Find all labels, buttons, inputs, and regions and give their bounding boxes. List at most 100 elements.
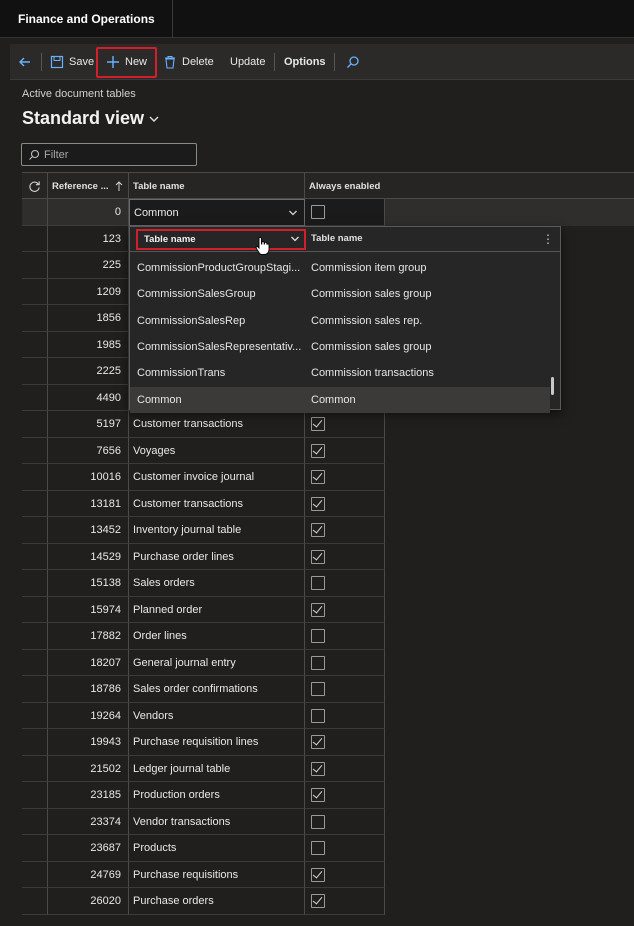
always-enabled-checkbox[interactable]: [311, 655, 325, 670]
filter-input[interactable]: [44, 148, 184, 161]
table-row[interactable]: 14529 Purchase order lines: [22, 543, 634, 570]
reference-cell[interactable]: 13181: [48, 490, 129, 517]
reference-cell[interactable]: 19943: [48, 729, 129, 756]
table-row[interactable]: 10016 Customer invoice journal: [22, 464, 634, 491]
reference-cell[interactable]: 1209: [48, 278, 129, 305]
always-enabled-checkbox[interactable]: [311, 761, 325, 776]
row-selector[interactable]: [22, 384, 48, 411]
table-name-cell[interactable]: Sales order confirmations: [129, 676, 305, 703]
row-selector[interactable]: [22, 358, 48, 385]
row-selector[interactable]: [22, 543, 48, 570]
row-selector[interactable]: [22, 676, 48, 703]
reference-cell[interactable]: 26020: [48, 888, 129, 915]
row-selector[interactable]: [22, 331, 48, 358]
table-row[interactable]: 17882 Order lines: [22, 623, 634, 650]
always-enabled-checkbox[interactable]: [311, 867, 325, 882]
always-enabled-checkbox[interactable]: [311, 576, 325, 590]
always-enabled-checkbox[interactable]: [311, 682, 325, 696]
lookup-item[interactable]: CommissionTrans Commission transactions: [130, 360, 550, 386]
view-selector[interactable]: Standard view: [22, 108, 160, 129]
row-selector[interactable]: [22, 755, 48, 782]
table-name-cell[interactable]: Common: [129, 199, 305, 226]
row-selector[interactable]: [22, 596, 48, 623]
lookup-item[interactable]: CommissionProductGroupStagi... Commission…: [130, 255, 550, 281]
save-button[interactable]: Save: [50, 44, 94, 80]
lookup-column-label[interactable]: Table name: [311, 233, 363, 244]
always-enabled-checkbox[interactable]: [311, 417, 325, 431]
chevron-down-icon[interactable]: [288, 200, 298, 225]
row-selector[interactable]: [22, 278, 48, 305]
table-name-cell[interactable]: Ledger journal table: [129, 755, 305, 782]
reference-cell[interactable]: 0: [48, 199, 129, 226]
reference-cell[interactable]: 13452: [48, 517, 129, 544]
always-enabled-checkbox[interactable]: [311, 470, 325, 484]
reference-cell[interactable]: 5197: [48, 411, 129, 438]
column-header-always-enabled[interactable]: Always enabled: [305, 173, 634, 200]
table-row[interactable]: 18207 General journal entry: [22, 649, 634, 676]
row-selector[interactable]: [22, 225, 48, 252]
row-selector[interactable]: [22, 464, 48, 491]
table-name-cell[interactable]: Customer transactions: [129, 490, 305, 517]
table-row[interactable]: 13181 Customer transactions: [22, 490, 634, 517]
table-name-cell[interactable]: Production orders: [129, 782, 305, 809]
lookup-item[interactable]: CommissionSalesGroup Commission sales gro…: [130, 281, 550, 307]
table-name-cell[interactable]: Customer transactions: [129, 411, 305, 438]
row-selector[interactable]: [22, 517, 48, 544]
back-button[interactable]: [18, 44, 32, 80]
row-selector[interactable]: [22, 199, 48, 226]
table-row[interactable]: 15974 Planned order: [22, 596, 634, 623]
table-name-cell[interactable]: Inventory journal table: [129, 517, 305, 544]
update-button[interactable]: Update: [230, 44, 265, 80]
row-selector[interactable]: [22, 623, 48, 650]
table-row[interactable]: 24769 Purchase requisitions: [22, 861, 634, 888]
reference-cell[interactable]: 4490: [48, 384, 129, 411]
column-header-table-name[interactable]: Table name: [129, 173, 305, 200]
table-name-cell[interactable]: Sales orders: [129, 570, 305, 597]
reference-cell[interactable]: 23185: [48, 782, 129, 809]
table-row[interactable]: 19264 Vendors: [22, 702, 634, 729]
row-selector[interactable]: [22, 888, 48, 915]
reference-cell[interactable]: 10016: [48, 464, 129, 491]
search-button[interactable]: [346, 44, 360, 80]
table-row[interactable]: 23687 Products: [22, 835, 634, 862]
table-name-cell[interactable]: Voyages: [129, 437, 305, 464]
table-row[interactable]: 5197 Customer transactions: [22, 411, 634, 438]
reference-cell[interactable]: 1856: [48, 305, 129, 332]
always-enabled-checkbox[interactable]: [311, 443, 325, 458]
table-name-cell[interactable]: Vendor transactions: [129, 808, 305, 835]
reference-cell[interactable]: 23374: [48, 808, 129, 835]
reference-cell[interactable]: 15974: [48, 596, 129, 623]
table-row[interactable]: 15138 Sales orders: [22, 570, 634, 597]
options-button[interactable]: Options: [284, 44, 326, 80]
reference-cell[interactable]: 14529: [48, 543, 129, 570]
reference-cell[interactable]: 123: [48, 225, 129, 252]
table-name-cell[interactable]: Purchase orders: [129, 888, 305, 915]
delete-button[interactable]: Delete: [163, 44, 214, 80]
table-row[interactable]: 26020 Purchase orders: [22, 888, 634, 915]
reference-cell[interactable]: 17882: [48, 623, 129, 650]
table-name-cell[interactable]: Vendors: [129, 702, 305, 729]
table-name-cell[interactable]: General journal entry: [129, 649, 305, 676]
table-row[interactable]: 18786 Sales order confirmations: [22, 676, 634, 703]
table-row[interactable]: 23374 Vendor transactions: [22, 808, 634, 835]
always-enabled-checkbox[interactable]: [311, 735, 325, 749]
lookup-item[interactable]: CommissionSalesRep Commission sales rep.: [130, 308, 550, 334]
reference-cell[interactable]: 18207: [48, 649, 129, 676]
table-row[interactable]: 19943 Purchase requisition lines: [22, 729, 634, 756]
row-selector[interactable]: [22, 835, 48, 862]
always-enabled-checkbox[interactable]: [311, 549, 325, 564]
always-enabled-checkbox[interactable]: [311, 708, 325, 723]
table-row[interactable]: 21502 Ledger journal table: [22, 755, 634, 782]
table-row[interactable]: 7656 Voyages: [22, 437, 634, 464]
table-name-cell[interactable]: Purchase requisitions: [129, 861, 305, 888]
table-name-cell[interactable]: Purchase order lines: [129, 543, 305, 570]
refresh-column-header[interactable]: [22, 173, 48, 200]
table-name-cell[interactable]: Order lines: [129, 623, 305, 650]
always-enabled-checkbox[interactable]: [311, 629, 325, 643]
reference-cell[interactable]: 2225: [48, 358, 129, 385]
row-selector[interactable]: [22, 252, 48, 279]
row-selector[interactable]: [22, 411, 48, 438]
row-selector[interactable]: [22, 437, 48, 464]
reference-cell[interactable]: 18786: [48, 676, 129, 703]
reference-cell[interactable]: 1985: [48, 331, 129, 358]
